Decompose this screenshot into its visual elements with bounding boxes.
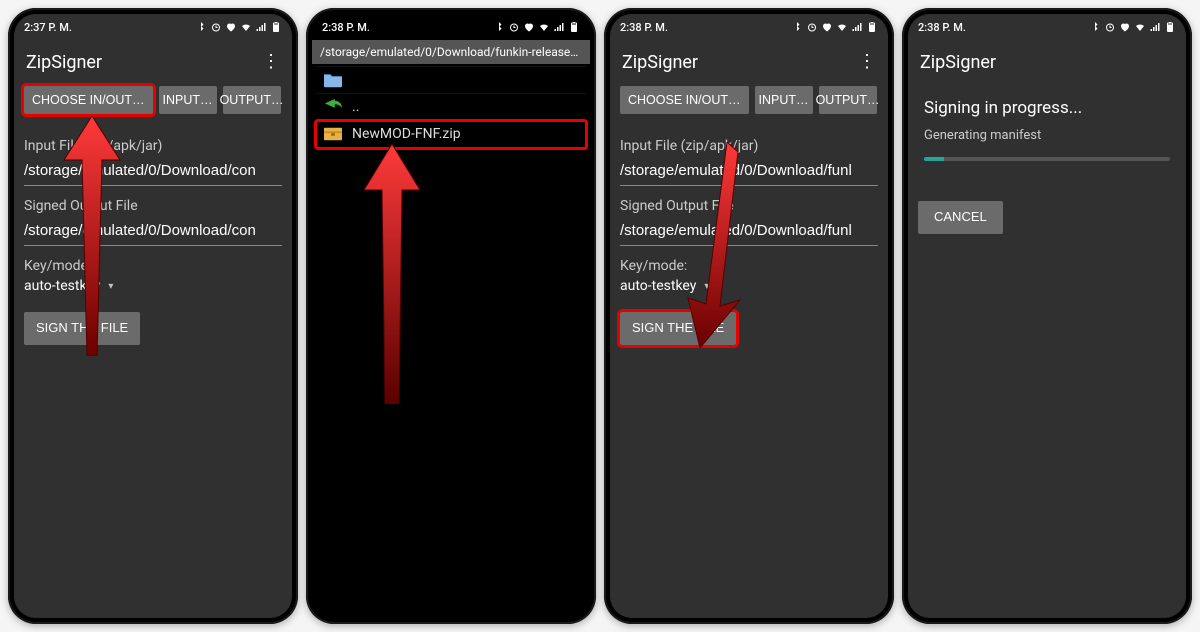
- bluetooth-icon: [1089, 21, 1101, 33]
- up-label: ..: [352, 99, 359, 115]
- phone-frame: 2:38 P. M. ZipSigner Signing in progress…: [902, 8, 1192, 624]
- bluetooth-icon: [195, 21, 207, 33]
- app-title: ZipSigner: [622, 52, 698, 73]
- phone-frame: 2:38 P. M. /storage/emulated/0/Download/…: [306, 8, 596, 624]
- wifi-icon: [538, 21, 550, 33]
- keymode-value: auto-testkey: [24, 278, 100, 294]
- alarm-icon: [210, 21, 222, 33]
- file-name: NewMOD-FNF.zip: [352, 126, 461, 142]
- status-icons: [493, 21, 580, 33]
- back-arrow-icon: [322, 98, 344, 116]
- heart-icon: [1119, 21, 1131, 33]
- status-icons: [195, 21, 282, 33]
- status-bar: 2:38 P. M.: [610, 14, 888, 40]
- signal-icon: [553, 21, 565, 33]
- status-clock: 2:38 P. M.: [620, 21, 668, 34]
- form-area: Input File (zip/apk/jar) Signed Output F…: [14, 122, 292, 298]
- chevron-down-icon: ▾: [704, 281, 709, 292]
- zip-file-icon: [322, 125, 344, 143]
- input-file-field[interactable]: [24, 158, 282, 186]
- output-file-label: Signed Output File: [620, 198, 878, 214]
- screen: 2:38 P. M. ZipSigner Signing in progress…: [908, 14, 1186, 618]
- app-title: ZipSigner: [26, 52, 102, 73]
- output-file-field[interactable]: [620, 218, 878, 246]
- alarm-icon: [1104, 21, 1116, 33]
- status-clock: 2:37 P. M.: [24, 21, 72, 34]
- signal-icon: [851, 21, 863, 33]
- overflow-menu-icon[interactable]: ⋮: [858, 53, 876, 71]
- status-bar: 2:38 P. M.: [312, 14, 590, 40]
- battery-icon: [866, 21, 878, 33]
- output-button[interactable]: OUTPUT…: [223, 86, 281, 114]
- keymode-select[interactable]: auto-testkey ▾: [620, 278, 878, 294]
- app-title: ZipSigner: [920, 52, 996, 73]
- progress-panel: Signing in progress... Generating manife…: [908, 84, 1186, 175]
- sign-file-button[interactable]: SIGN THE FILE: [620, 312, 736, 345]
- wifi-icon: [1134, 21, 1146, 33]
- screen: 2:38 P. M. ZipSigner ⋮ CHOOSE IN/OUT… IN…: [610, 14, 888, 618]
- folder-icon: [322, 71, 344, 89]
- choose-in-out-button[interactable]: CHOOSE IN/OUT…: [24, 86, 153, 114]
- output-file-label: Signed Output File: [24, 198, 282, 214]
- status-icons: [791, 21, 878, 33]
- form-area: Input File (zip/apk/jar) Signed Output F…: [610, 122, 888, 298]
- input-file-field[interactable]: [620, 158, 878, 186]
- alarm-icon: [806, 21, 818, 33]
- folder-row-root[interactable]: [316, 66, 586, 94]
- wifi-icon: [836, 21, 848, 33]
- progress-title: Signing in progress...: [924, 98, 1170, 118]
- keymode-label: Key/mode:: [24, 258, 282, 274]
- cancel-button[interactable]: CANCEL: [918, 201, 1003, 234]
- heart-icon: [821, 21, 833, 33]
- input-file-label: Input File (zip/apk/jar): [620, 138, 878, 154]
- wifi-icon: [240, 21, 252, 33]
- input-button[interactable]: INPUT…: [755, 86, 813, 114]
- signal-icon: [1149, 21, 1161, 33]
- phone-frame: 2:37 P. M. ZipSigner ⋮ CHOOSE IN/OUT… IN…: [8, 8, 298, 624]
- button-row: CHOOSE IN/OUT… INPUT… OUTPUT…: [14, 84, 292, 122]
- folder-row-up[interactable]: ..: [316, 94, 586, 121]
- input-button[interactable]: INPUT…: [159, 86, 217, 114]
- battery-icon: [270, 21, 282, 33]
- progress-fill: [924, 157, 944, 161]
- output-button[interactable]: OUTPUT…: [819, 86, 877, 114]
- status-clock: 2:38 P. M.: [322, 21, 370, 34]
- output-file-field[interactable]: [24, 218, 282, 246]
- choose-in-out-button[interactable]: CHOOSE IN/OUT…: [620, 86, 749, 114]
- sign-file-button[interactable]: SIGN THE FILE: [24, 312, 140, 345]
- overflow-menu-icon[interactable]: ⋮: [262, 53, 280, 71]
- progress-status: Generating manifest: [924, 128, 1170, 143]
- progress-bar: [924, 157, 1170, 161]
- battery-icon: [1164, 21, 1176, 33]
- path-bar[interactable]: /storage/emulated/0/Download/funkin-rele…: [312, 40, 590, 64]
- chevron-down-icon: ▾: [108, 281, 113, 292]
- phone-frame: 2:38 P. M. ZipSigner ⋮ CHOOSE IN/OUT… IN…: [604, 8, 894, 624]
- input-file-label: Input File (zip/apk/jar): [24, 138, 282, 154]
- status-clock: 2:38 P. M.: [918, 21, 966, 34]
- heart-icon: [523, 21, 535, 33]
- app-bar: ZipSigner ⋮: [610, 40, 888, 84]
- signal-icon: [255, 21, 267, 33]
- heart-icon: [225, 21, 237, 33]
- alarm-icon: [508, 21, 520, 33]
- screen: 2:38 P. M. /storage/emulated/0/Download/…: [312, 14, 590, 618]
- keymode-value: auto-testkey: [620, 278, 696, 294]
- file-list: .. NewMOD-FNF.zip: [312, 64, 590, 150]
- keymode-select[interactable]: auto-testkey ▾: [24, 278, 282, 294]
- battery-icon: [568, 21, 580, 33]
- annotation-arrow: [362, 144, 422, 404]
- app-bar: ZipSigner ⋮: [14, 40, 292, 84]
- bluetooth-icon: [791, 21, 803, 33]
- button-row: CHOOSE IN/OUT… INPUT… OUTPUT…: [610, 84, 888, 122]
- app-bar: ZipSigner: [908, 40, 1186, 84]
- status-icons: [1089, 21, 1176, 33]
- keymode-label: Key/mode:: [620, 258, 878, 274]
- bluetooth-icon: [493, 21, 505, 33]
- screen: 2:37 P. M. ZipSigner ⋮ CHOOSE IN/OUT… IN…: [14, 14, 292, 618]
- status-bar: 2:38 P. M.: [908, 14, 1186, 40]
- status-bar: 2:37 P. M.: [14, 14, 292, 40]
- file-row-zip[interactable]: NewMOD-FNF.zip: [316, 121, 586, 148]
